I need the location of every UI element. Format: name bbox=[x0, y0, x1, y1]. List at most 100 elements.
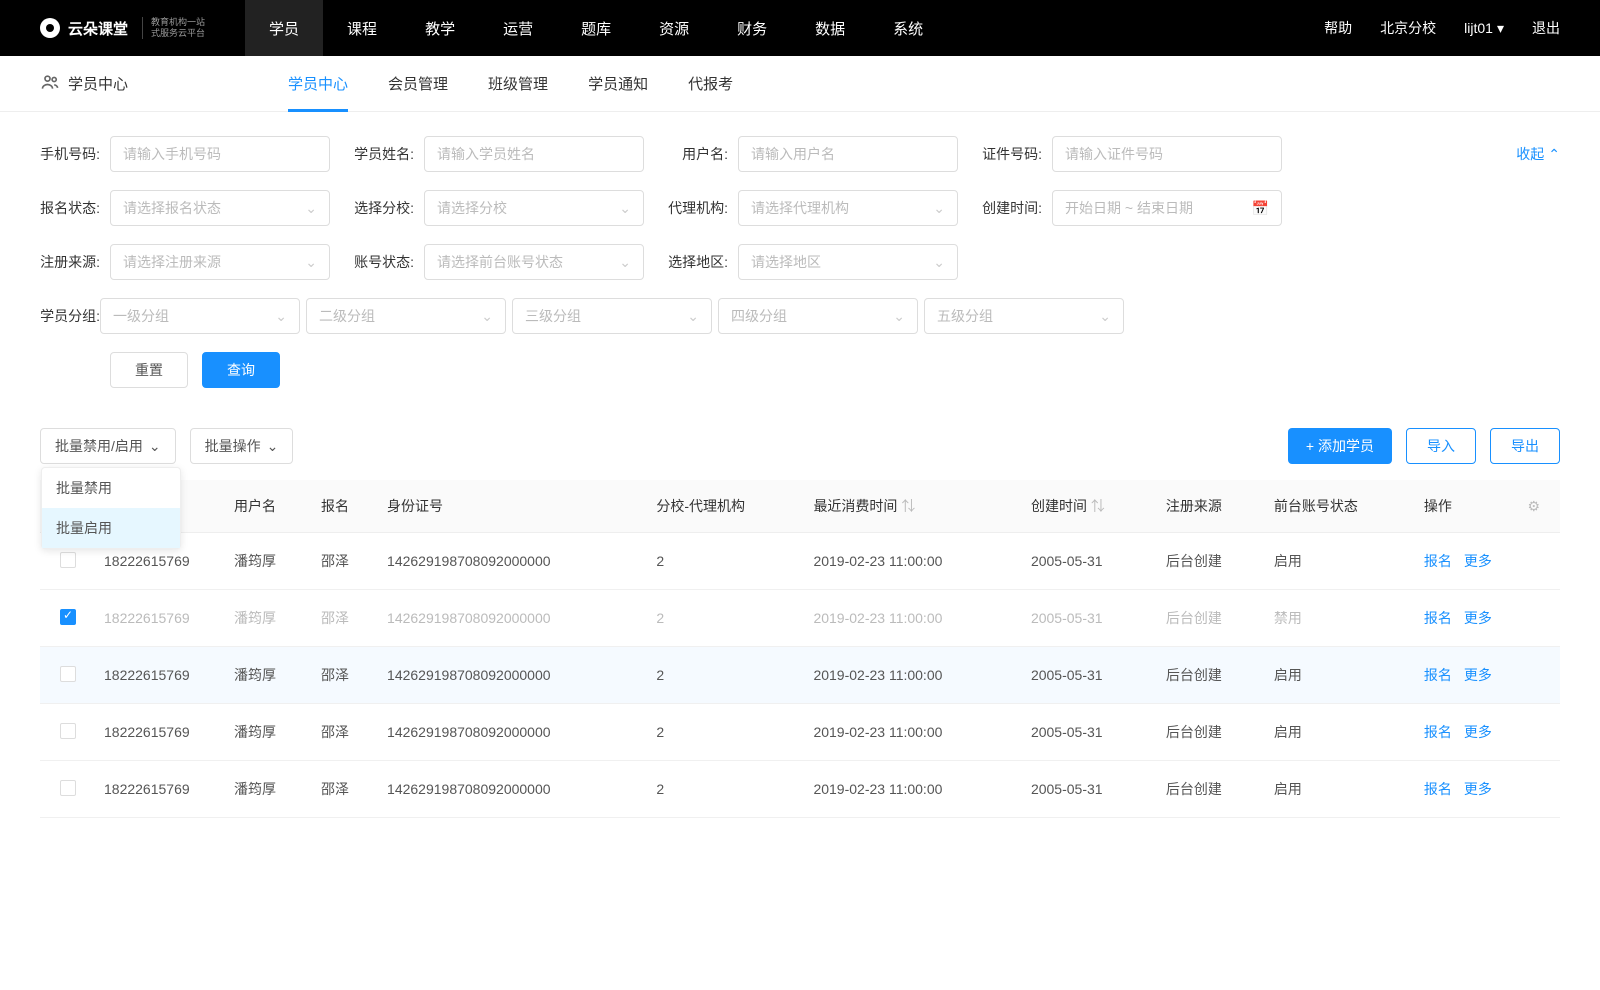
filter-select[interactable]: 请选择分校⌄ bbox=[424, 190, 644, 226]
sub-tab[interactable]: 学员通知 bbox=[588, 56, 648, 112]
import-button[interactable]: 导入 bbox=[1406, 428, 1476, 464]
chevron-down-icon: ⌄ bbox=[619, 254, 631, 271]
filter-select[interactable]: 请选择注册来源⌄ bbox=[110, 244, 330, 280]
filter-input[interactable]: 请输入手机号码 bbox=[110, 136, 330, 172]
chevron-down-icon: ⌄ bbox=[481, 308, 493, 325]
cell-source: 后台创建 bbox=[1158, 590, 1266, 647]
col-create-time[interactable]: 创建时间 ⇅ bbox=[1023, 480, 1158, 533]
filter-select[interactable]: 请选择前台账号状态⌄ bbox=[424, 244, 644, 280]
collapse-filters[interactable]: 收起 ⌃ bbox=[1516, 144, 1560, 164]
row-more-link[interactable]: 更多 bbox=[1464, 667, 1492, 683]
cell-phone: 18222615769 bbox=[96, 647, 226, 704]
branch-link[interactable]: 北京分校 bbox=[1380, 18, 1436, 38]
main-nav-item[interactable]: 系统 bbox=[869, 0, 947, 56]
sub-nav: 学员中心 学员中心会员管理班级管理学员通知代报考 bbox=[0, 56, 1600, 112]
chevron-up-icon: ⌃ bbox=[1548, 146, 1560, 163]
group-select[interactable]: 二级分组⌄ bbox=[306, 298, 506, 334]
user-menu: 帮助 北京分校 lijt01▾ 退出 bbox=[1324, 18, 1560, 38]
main-nav-item[interactable]: 题库 bbox=[557, 0, 635, 56]
row-enroll-link[interactable]: 报名 bbox=[1424, 610, 1452, 626]
filter-input[interactable]: 请输入学员姓名 bbox=[424, 136, 644, 172]
logo: 云朵课堂 教育机构一站式服务云平台 bbox=[40, 17, 205, 39]
row-more-link[interactable]: 更多 bbox=[1464, 724, 1492, 740]
filter-input[interactable]: 请输入证件号码 bbox=[1052, 136, 1282, 172]
row-checkbox[interactable] bbox=[60, 609, 76, 625]
logout-link[interactable]: 退出 bbox=[1532, 18, 1560, 38]
batch-enable-option[interactable]: 批量启用 bbox=[42, 508, 180, 548]
row-enroll-link[interactable]: 报名 bbox=[1424, 724, 1452, 740]
cell-status: 启用 bbox=[1266, 533, 1416, 590]
batch-disable-option[interactable]: 批量禁用 bbox=[42, 468, 180, 508]
main-nav-item[interactable]: 数据 bbox=[791, 0, 869, 56]
cell-status: 启用 bbox=[1266, 704, 1416, 761]
cell-branch: 2 bbox=[648, 533, 805, 590]
cell-enroll: 邵泽 bbox=[313, 647, 379, 704]
filter-label: 注册来源: bbox=[40, 252, 100, 272]
row-more-link[interactable]: 更多 bbox=[1464, 553, 1492, 569]
main-nav-item[interactable]: 课程 bbox=[323, 0, 401, 56]
main-nav-item[interactable]: 教学 bbox=[401, 0, 479, 56]
date-range-picker[interactable]: 开始日期 ~ 结束日期📅 bbox=[1052, 190, 1282, 226]
reset-button[interactable]: 重置 bbox=[110, 352, 188, 388]
filter-select[interactable]: 请选择代理机构⌄ bbox=[738, 190, 958, 226]
cell-create: 2005-05-31 bbox=[1023, 704, 1158, 761]
sort-icon: ⇅ bbox=[1091, 498, 1105, 514]
row-more-link[interactable]: 更多 bbox=[1464, 610, 1492, 626]
sort-icon: ⇅ bbox=[901, 498, 915, 514]
filter-select[interactable]: 请选择地区⌄ bbox=[738, 244, 958, 280]
row-enroll-link[interactable]: 报名 bbox=[1424, 667, 1452, 683]
sub-tab[interactable]: 代报考 bbox=[688, 56, 733, 112]
sub-tab[interactable]: 会员管理 bbox=[388, 56, 448, 112]
top-nav: 云朵课堂 教育机构一站式服务云平台 学员课程教学运营题库资源财务数据系统 帮助 … bbox=[0, 0, 1600, 56]
filter-field: 创建时间:开始日期 ~ 结束日期📅 bbox=[982, 190, 1282, 226]
filter-field: 选择地区:请选择地区⌄ bbox=[668, 244, 958, 280]
group-select[interactable]: 四级分组⌄ bbox=[718, 298, 918, 334]
row-checkbox[interactable] bbox=[60, 552, 76, 568]
logo-icon bbox=[40, 18, 60, 38]
cell-id: 142629198708092000000 bbox=[379, 647, 648, 704]
chevron-down-icon: ⌄ bbox=[149, 438, 161, 455]
cell-branch: 2 bbox=[648, 761, 805, 818]
row-checkbox[interactable] bbox=[60, 666, 76, 682]
cell-id: 142629198708092000000 bbox=[379, 704, 648, 761]
filter-select[interactable]: 请选择报名状态⌄ bbox=[110, 190, 330, 226]
filter-field: 选择分校:请选择分校⌄ bbox=[354, 190, 644, 226]
group-select[interactable]: 一级分组⌄ bbox=[100, 298, 300, 334]
filter-area: 手机号码:请输入手机号码学员姓名:请输入学员姓名用户名:请输入用户名证件号码:请… bbox=[0, 112, 1600, 388]
row-checkbox[interactable] bbox=[60, 780, 76, 796]
filter-field: 账号状态:请选择前台账号状态⌄ bbox=[354, 244, 644, 280]
batch-action-dropdown[interactable]: 批量操作 ⌄ bbox=[190, 428, 294, 464]
filter-input[interactable]: 请输入用户名 bbox=[738, 136, 958, 172]
cell-id: 142629198708092000000 bbox=[379, 533, 648, 590]
row-more-link[interactable]: 更多 bbox=[1464, 781, 1492, 797]
main-nav-item[interactable]: 运营 bbox=[479, 0, 557, 56]
group-select[interactable]: 五级分组⌄ bbox=[924, 298, 1124, 334]
cell-source: 后台创建 bbox=[1158, 533, 1266, 590]
cell-phone: 18222615769 bbox=[96, 761, 226, 818]
add-student-button[interactable]: + 添加学员 bbox=[1288, 428, 1392, 464]
filter-label: 用户名: bbox=[668, 144, 728, 164]
sub-tab[interactable]: 班级管理 bbox=[488, 56, 548, 112]
cell-consume: 2019-02-23 11:00:00 bbox=[805, 704, 1023, 761]
export-button[interactable]: 导出 bbox=[1490, 428, 1560, 464]
main-nav-item[interactable]: 学员 bbox=[245, 0, 323, 56]
row-checkbox[interactable] bbox=[60, 723, 76, 739]
help-link[interactable]: 帮助 bbox=[1324, 18, 1352, 38]
batch-toggle-dropdown[interactable]: 批量禁用/启用 ⌄ 批量禁用 批量启用 bbox=[40, 428, 176, 464]
main-nav-item[interactable]: 财务 bbox=[713, 0, 791, 56]
row-enroll-link[interactable]: 报名 bbox=[1424, 553, 1452, 569]
filter-label: 证件号码: bbox=[982, 144, 1042, 164]
col-consume-time[interactable]: 最近消费时间 ⇅ bbox=[805, 480, 1023, 533]
user-dropdown[interactable]: lijt01▾ bbox=[1464, 20, 1504, 37]
query-button[interactable]: 查询 bbox=[202, 352, 280, 388]
cell-id: 142629198708092000000 bbox=[379, 761, 648, 818]
row-enroll-link[interactable]: 报名 bbox=[1424, 781, 1452, 797]
main-nav-item[interactable]: 资源 bbox=[635, 0, 713, 56]
cell-status: 启用 bbox=[1266, 761, 1416, 818]
cell-username: 潘筠厚 bbox=[226, 647, 313, 704]
sub-tab[interactable]: 学员中心 bbox=[288, 56, 348, 112]
group-select[interactable]: 三级分组⌄ bbox=[512, 298, 712, 334]
filter-label: 代理机构: bbox=[668, 198, 728, 218]
page-title: 学员中心 bbox=[40, 72, 128, 96]
table-settings[interactable]: ⚙ bbox=[1491, 480, 1560, 533]
